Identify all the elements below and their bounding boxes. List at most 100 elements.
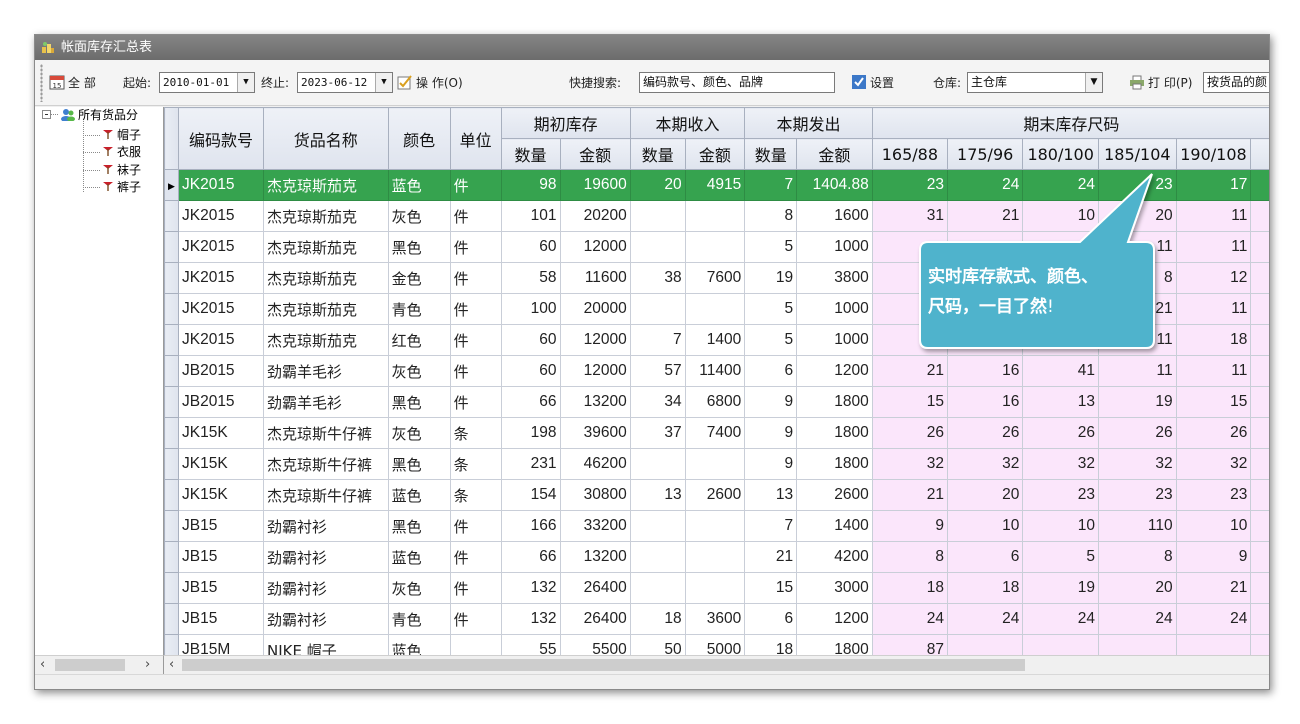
row-header[interactable]	[164, 200, 179, 232]
table-cell[interactable]: 件	[449, 355, 502, 387]
table-row[interactable]: ▶ JK2015 杰克琼斯茄克 蓝色件 98 19600 20 4915 7 1404.88 23 2…	[164, 169, 1269, 201]
scroll-left-icon[interactable]: ‹	[169, 657, 174, 672]
tree-horizontal-scrollbar[interactable]: ‹ ›	[35, 655, 164, 674]
table-cell[interactable]: 26400	[559, 603, 631, 635]
table-cell[interactable]: 20200	[559, 200, 631, 232]
table-cell[interactable]: 12	[1175, 262, 1252, 294]
table-row[interactable]: JK2015 杰克琼斯茄克 黑色件 60 12000 5 1000 11 11	[164, 231, 1269, 263]
table-cell[interactable]: 杰克琼斯牛仔裤	[263, 448, 389, 480]
table-cell[interactable]	[629, 541, 686, 573]
table-cell[interactable]: 杰克琼斯茄克	[263, 324, 389, 356]
table-cell[interactable]: 1400	[796, 510, 873, 542]
table-cell[interactable]	[684, 200, 746, 232]
table-cell[interactable]	[684, 293, 746, 325]
table-cell[interactable]	[1250, 541, 1269, 573]
table-cell[interactable]: 24	[947, 169, 1024, 201]
start-date-picker[interactable]: 2010-01-01 ▼	[159, 72, 255, 93]
table-cell[interactable]: 23	[1022, 479, 1100, 511]
table-cell[interactable]	[629, 510, 686, 542]
print-mode-select[interactable]: 按货品的颜	[1203, 72, 1269, 93]
table-cell[interactable]: 杰克琼斯茄克	[263, 200, 389, 232]
table-cell[interactable]: 21	[871, 479, 949, 511]
column-header-size[interactable]: 175/96	[947, 138, 1024, 170]
table-cell[interactable]: 1200	[796, 603, 873, 635]
table-cell[interactable]: 26	[871, 417, 949, 449]
table-cell[interactable]: 条	[449, 479, 502, 511]
table-cell[interactable]: 7	[744, 169, 798, 201]
table-cell[interactable]: 23	[871, 169, 949, 201]
table-cell[interactable]: 2600	[796, 479, 873, 511]
table-cell[interactable]: 红色	[387, 324, 451, 356]
table-cell[interactable]: 23	[1175, 479, 1252, 511]
table-cell[interactable]: 劲霸羊毛衫	[263, 386, 389, 418]
row-header[interactable]: ▶	[164, 169, 179, 201]
table-cell[interactable]: 件	[449, 169, 502, 201]
table-cell[interactable]	[684, 572, 746, 604]
table-cell[interactable]: 件	[449, 231, 502, 263]
tree-node-hats[interactable]: 帽子	[103, 129, 141, 142]
table-cell[interactable]: 蓝色	[387, 479, 451, 511]
table-cell[interactable]: 青色	[387, 293, 451, 325]
tree-node-socks[interactable]: 袜子	[103, 164, 141, 177]
table-cell[interactable]: 21	[871, 355, 949, 387]
scroll-right-icon[interactable]: ›	[145, 657, 150, 672]
table-cell[interactable]: 24	[947, 603, 1024, 635]
table-row[interactable]: JB15M NIKE 帽子 蓝色 55 5500 50 5000 18 1800 87	[164, 634, 1269, 655]
table-cell[interactable]: 10	[1022, 510, 1100, 542]
table-cell[interactable]: 24	[871, 603, 949, 635]
table-cell[interactable]: 11	[1175, 293, 1252, 325]
table-cell[interactable]: 1800	[796, 634, 873, 655]
table-cell[interactable]: 26	[1022, 417, 1100, 449]
table-cell[interactable]: 灰色	[387, 355, 451, 387]
table-cell[interactable]: JK2015	[177, 262, 265, 294]
table-cell[interactable]: 1800	[796, 417, 873, 449]
table-cell[interactable]: 60	[500, 231, 561, 263]
table-cell[interactable]: 灰色	[387, 572, 451, 604]
table-row[interactable]: JK15K 杰克琼斯牛仔裤 灰色条 198 39600 37 7400 9 1800 26 26 26…	[164, 417, 1269, 449]
table-cell[interactable]	[684, 231, 746, 263]
table-cell[interactable]: 6	[947, 541, 1024, 573]
toolbar-grip[interactable]	[40, 64, 43, 102]
table-cell[interactable]: JK2015	[177, 231, 265, 263]
table-row[interactable]: JB15 劲霸衬衫 灰色件 132 26400 15 3000 18 18 19 20 21	[164, 572, 1269, 604]
chevron-down-icon[interactable]: ▼	[1085, 73, 1102, 92]
table-cell[interactable]: 6	[744, 355, 798, 387]
table-row[interactable]: JB15 劲霸衬衫 青色件 132 26400 18 3600 6 1200 24 24 24 24 24	[164, 603, 1269, 635]
table-cell[interactable]: 50	[629, 634, 686, 655]
table-cell[interactable]: 件	[449, 603, 502, 635]
table-cell[interactable]: 1000	[796, 324, 873, 356]
table-cell[interactable]: JB2015	[177, 386, 265, 418]
table-cell[interactable]: 7400	[684, 417, 746, 449]
table-cell[interactable]: 17	[1175, 169, 1252, 201]
chevron-down-icon[interactable]: ▼	[237, 73, 254, 92]
table-cell[interactable]: 黑色	[387, 510, 451, 542]
table-cell[interactable]: 8	[871, 541, 949, 573]
table-cell[interactable]	[871, 324, 949, 356]
table-cell[interactable]	[1250, 262, 1269, 294]
table-cell[interactable]: 杰克琼斯茄克	[263, 231, 389, 263]
table-cell[interactable]	[684, 510, 746, 542]
table-cell[interactable]: 16	[947, 386, 1024, 418]
table-cell[interactable]: 杰克琼斯牛仔裤	[263, 479, 389, 511]
table-cell[interactable]: 66	[500, 541, 561, 573]
table-cell[interactable]: 15	[871, 386, 949, 418]
table-cell[interactable]: 5000	[684, 634, 746, 655]
table-cell[interactable]: 198	[500, 417, 561, 449]
table-cell[interactable]: JK15K	[177, 448, 265, 480]
table-cell[interactable]: 3000	[796, 572, 873, 604]
table-cell[interactable]: 7	[744, 510, 798, 542]
table-cell[interactable]: 26	[1175, 417, 1252, 449]
table-cell[interactable]	[1250, 231, 1269, 263]
column-header-opening-amount[interactable]: 金额	[559, 138, 631, 170]
row-header[interactable]	[164, 603, 179, 635]
table-cell[interactable]: 21	[744, 541, 798, 573]
table-cell[interactable]	[1022, 634, 1100, 655]
table-cell[interactable]	[1250, 479, 1269, 511]
table-cell[interactable]: 7600	[684, 262, 746, 294]
table-cell[interactable]: 1200	[796, 355, 873, 387]
table-cell[interactable]: 132	[500, 603, 561, 635]
table-cell[interactable]: 11400	[684, 355, 746, 387]
table-cell[interactable]: 87	[871, 634, 949, 655]
table-cell[interactable]: 12000	[559, 231, 631, 263]
table-cell[interactable]: 154	[500, 479, 561, 511]
